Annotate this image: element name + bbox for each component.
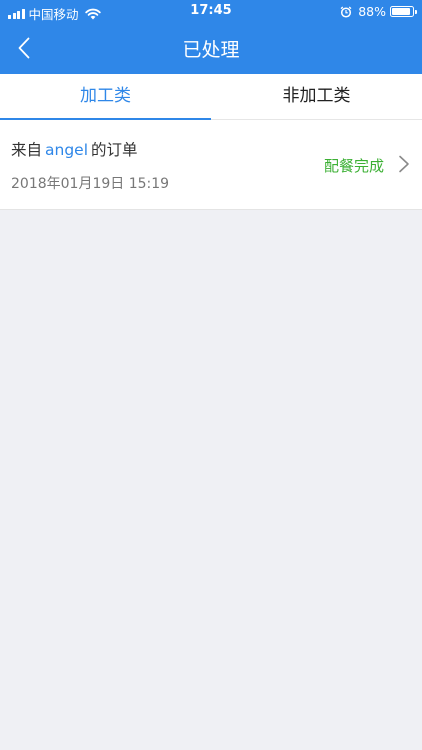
order-timestamp: 2018年01月19日 15:19 — [11, 176, 170, 192]
status-bar: 中国移动 17:45 88% — [0, 0, 422, 24]
battery-percentage: 88% — [358, 4, 386, 19]
battery-fill — [392, 8, 410, 15]
tab-processing[interactable]: 加工类 — [0, 74, 211, 120]
order-list-item[interactable]: 来自 angel 的订单 2018年01月19日 15:19 配餐完成 — [0, 120, 422, 210]
order-status-label: 配餐完成 — [323, 157, 384, 175]
chevron-right-icon — [399, 155, 409, 173]
order-user-link[interactable]: angel — [42, 141, 91, 159]
tab-non-processing[interactable]: 非加工类 — [211, 74, 422, 119]
order-title-suffix: 的订单 — [91, 141, 138, 159]
order-title-prefix: 来自 — [11, 141, 43, 159]
battery-tip — [414, 10, 417, 14]
battery-icon — [390, 6, 417, 17]
order-title: 来自 angel 的订单 — [11, 138, 138, 160]
app-header: 中国移动 17:45 88% 已处理 — [0, 0, 422, 74]
alarm-clock-icon — [340, 6, 352, 18]
tab-bar: 加工类 非加工类 — [0, 74, 422, 120]
nav-bar: 已处理 — [0, 24, 422, 74]
status-right: 88% — [340, 4, 417, 19]
page-title: 已处理 — [182, 39, 240, 61]
